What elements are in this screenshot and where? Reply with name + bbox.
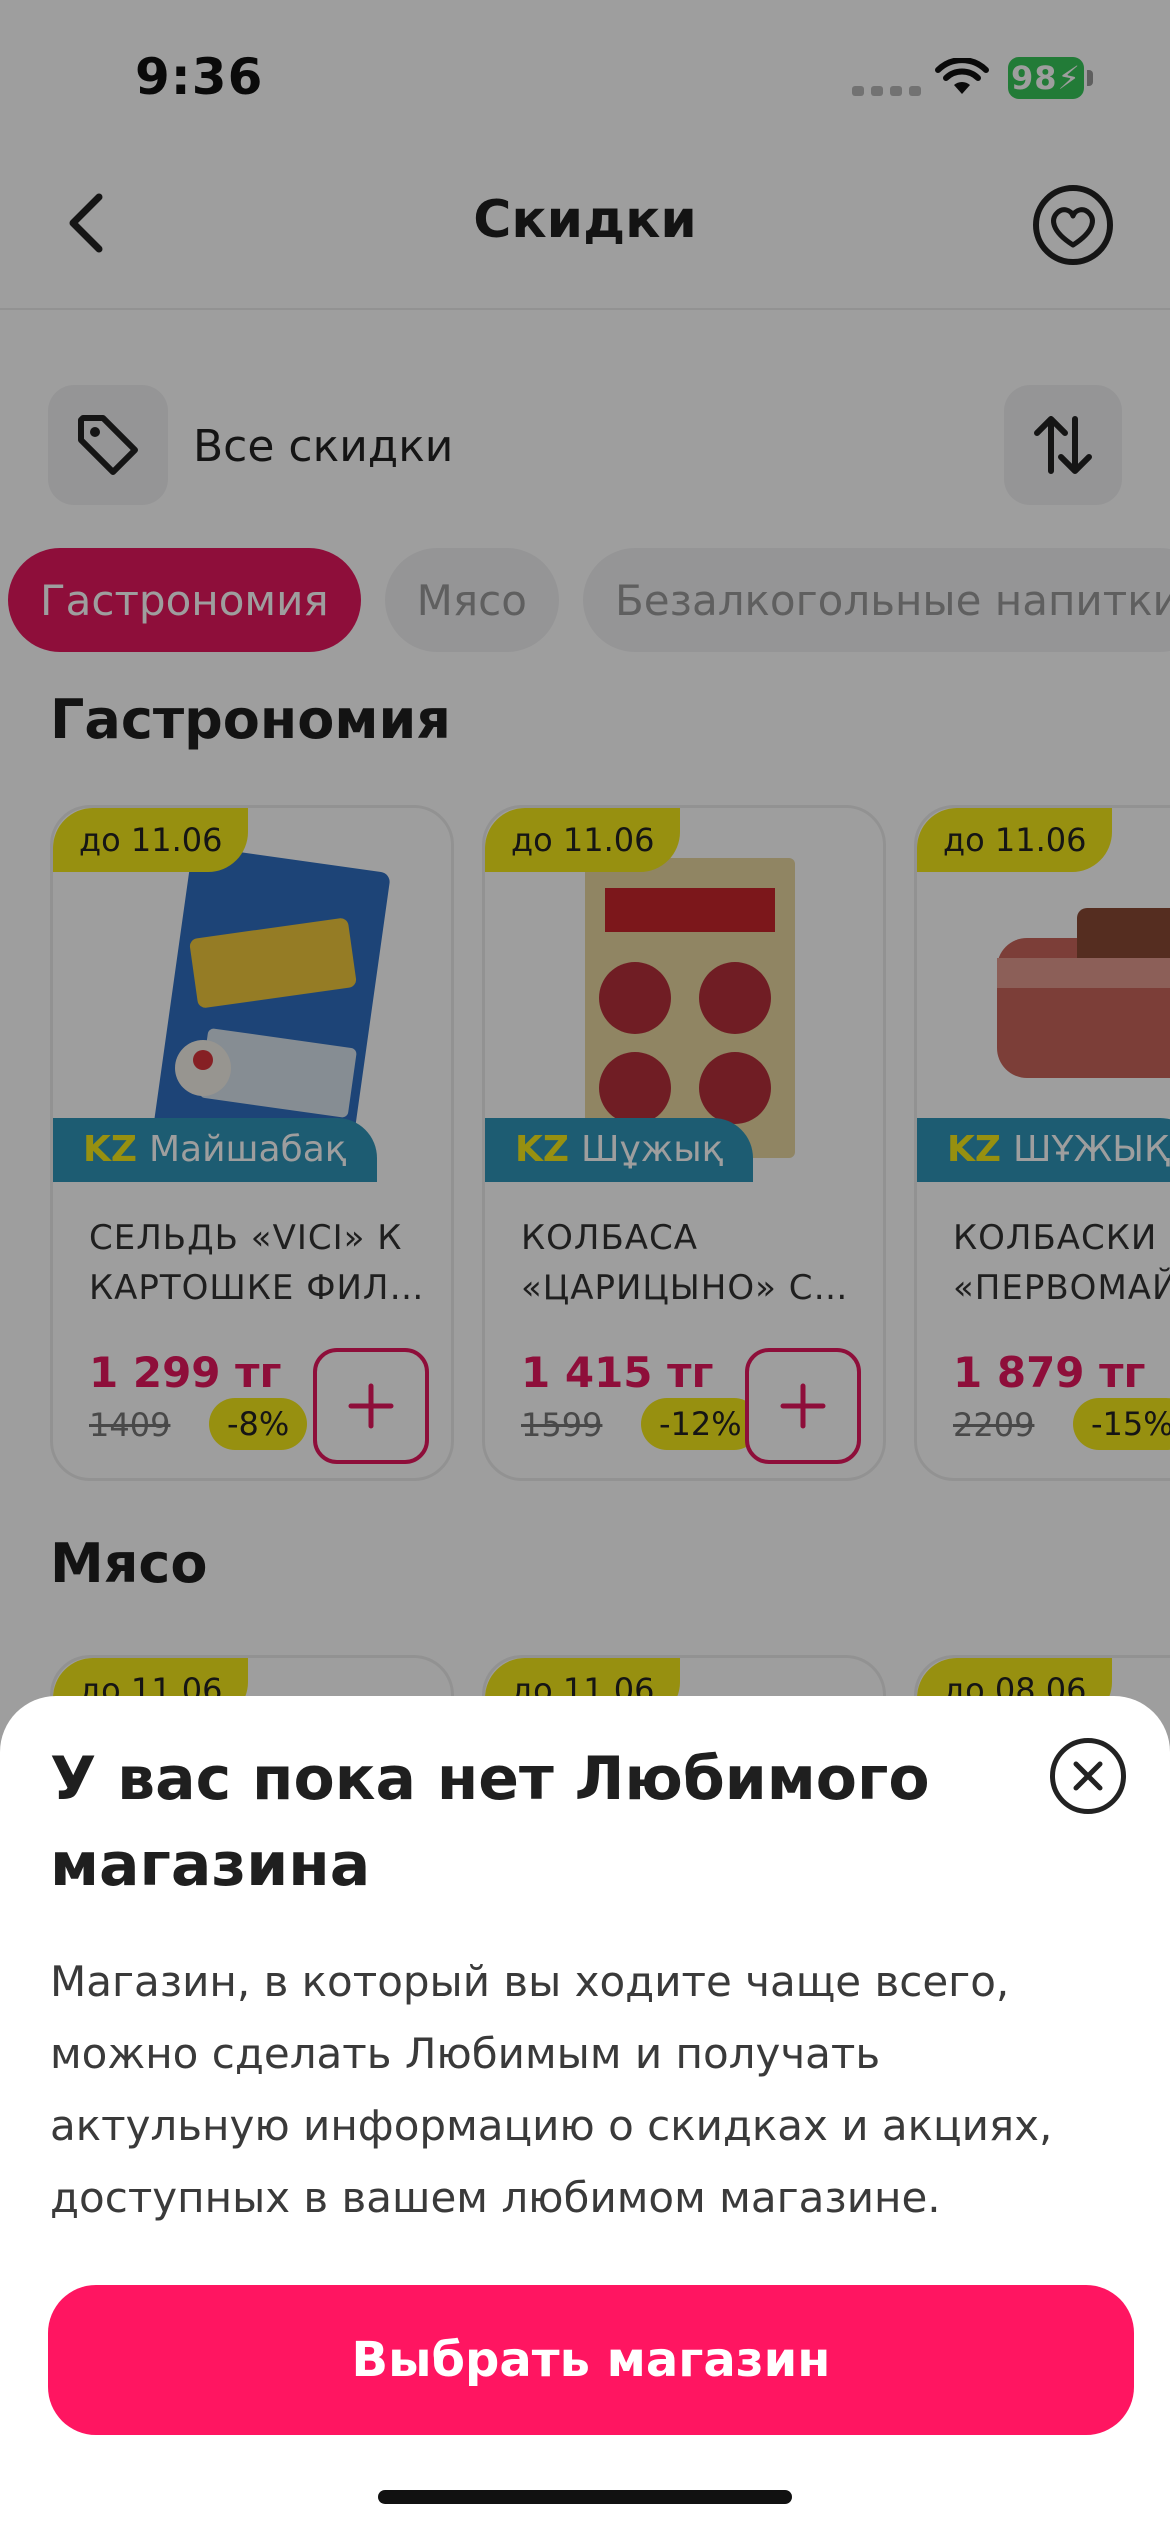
close-button[interactable] (1050, 1738, 1126, 1814)
discounts-screen: 9:36 98 ⚡ Скидки Все скидки Гастрономия … (0, 0, 1170, 2532)
close-icon (1073, 1761, 1103, 1791)
favorite-store-sheet: У вас пока нет Любимого магазина Магазин… (0, 1696, 1170, 2532)
sheet-title: У вас пока нет Любимого магазина (50, 1744, 930, 1900)
sheet-description: Магазин, в который вы ходите чаще всего,… (50, 1957, 1053, 2222)
choose-store-button[interactable]: Выбрать магазин (48, 2285, 1134, 2435)
home-indicator[interactable] (378, 2490, 792, 2504)
